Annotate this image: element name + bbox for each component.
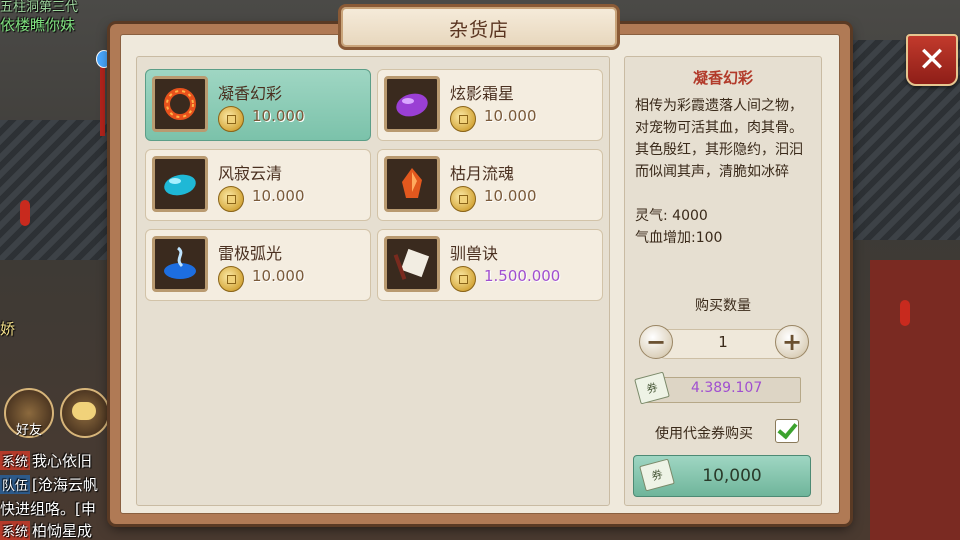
use-voucher-label: 使用代金券购买 xyxy=(655,426,753,442)
item-name: 雷极弧光 xyxy=(218,244,283,263)
quantity-value[interactable]: 1 xyxy=(653,333,793,351)
item-name: 风寂云清 xyxy=(218,164,283,183)
detail-description: 相传为彩霞遗落人间之物，对宠物可活其血，肉其骨。其色殷红，其形隐约，汩汩而似闻其… xyxy=(635,98,803,180)
coin-icon xyxy=(450,106,476,132)
close-button[interactable]: ✕ xyxy=(906,34,958,86)
item-price: 1.500.000 xyxy=(484,267,561,285)
item-icon-frame xyxy=(152,156,208,212)
character-name: 娇 xyxy=(0,320,16,338)
chat-text: 柏恸星成 xyxy=(32,522,93,540)
blue-lightning-icon xyxy=(164,246,196,279)
shop-item-kuyue[interactable]: 枯月流魂 10.000 xyxy=(377,149,603,221)
chat-text: [沧海云帆 xyxy=(32,476,98,494)
chat-bubble-icon xyxy=(72,402,96,420)
item-icon-frame xyxy=(152,76,208,132)
purple-gem-icon xyxy=(396,93,428,117)
friend-label: 好友 xyxy=(15,423,42,438)
detail-stat-qixue: 气血增加:100 xyxy=(635,230,723,246)
chat-line: 快进组咯。[申 xyxy=(0,500,96,518)
chat-channel-tag: 系统 xyxy=(0,521,31,540)
buy-price: 10,000 xyxy=(702,466,762,486)
item-grid: 凝香幻彩 10.000 炫影霜星 10.000 风寂云清 10.000 枯月流魂… xyxy=(136,56,610,506)
coin-icon xyxy=(218,186,244,212)
fire-ring-icon xyxy=(164,88,196,120)
chat-top-line: 依楼瞧你妹 xyxy=(0,16,76,34)
shop-item-xunshou[interactable]: 驯兽诀 1.500.000 xyxy=(377,229,603,301)
chat-line: 系统 柏恸星成 xyxy=(0,520,92,540)
item-name: 枯月流魂 xyxy=(450,164,515,183)
roof-tiles-left xyxy=(0,120,110,260)
lantern xyxy=(20,200,30,226)
hanging-cord xyxy=(100,66,105,136)
scroll-icon xyxy=(393,248,430,280)
coin-icon xyxy=(218,266,244,292)
buy-button[interactable]: 券 10,000 xyxy=(633,455,811,497)
temple-wall xyxy=(870,260,960,540)
plus-button[interactable]: + xyxy=(775,325,809,359)
shop-item-xuanying[interactable]: 炫影霜星 10.000 xyxy=(377,69,603,141)
chat-channel-tag: 系统 xyxy=(0,451,31,470)
cyan-gem-icon xyxy=(164,174,196,196)
chat-text: 我心依旧 xyxy=(32,452,93,470)
shop-item-ninxiang[interactable]: 凝香幻彩 10.000 xyxy=(145,69,371,141)
lantern xyxy=(900,300,910,326)
detail-stat-lingqi: 灵气: 4000 xyxy=(635,208,708,224)
coin-icon xyxy=(450,266,476,292)
item-price: 10.000 xyxy=(484,187,537,205)
item-name: 凝香幻彩 xyxy=(218,84,283,103)
shop-item-fengji[interactable]: 风寂云清 10.000 xyxy=(145,149,371,221)
close-x-icon: ✕ xyxy=(917,40,947,80)
item-price: 10.000 xyxy=(252,107,305,125)
chat-line: 系统 我心依旧 xyxy=(0,450,92,471)
detail-item-name: 凝香幻彩 xyxy=(692,69,753,87)
item-detail-panel: 凝香幻彩 相传为彩霞遗落人间之物，对宠物可活其血，肉其骨。其色殷红，其形隐约，汩… xyxy=(624,56,822,506)
item-name: 炫影霜星 xyxy=(450,84,515,103)
coin-icon xyxy=(218,106,244,132)
shop-item-leiji[interactable]: 雷极弧光 10.000 xyxy=(145,229,371,301)
item-icon-frame xyxy=(384,76,440,132)
coin-icon xyxy=(450,186,476,212)
voucher-balance: 4.389.107 xyxy=(691,380,763,396)
chat-button[interactable] xyxy=(60,388,110,438)
quantity-label: 购买数量 xyxy=(695,298,751,314)
item-price: 10.000 xyxy=(484,107,537,125)
item-icon-frame xyxy=(384,156,440,212)
orange-crystal-icon xyxy=(402,168,422,198)
item-icon-frame xyxy=(384,236,440,292)
chat-channel-tag: 队伍 xyxy=(0,475,31,494)
friend-button[interactable]: 好友 xyxy=(4,388,54,438)
minus-button[interactable]: − xyxy=(639,325,673,359)
item-name: 驯兽诀 xyxy=(450,244,499,263)
shop-title: 杂货店 xyxy=(448,19,509,41)
chat-top-line: 五柱洞第三代 xyxy=(0,0,79,15)
item-price: 10.000 xyxy=(252,267,305,285)
title-plate: 杂货店 xyxy=(338,4,620,50)
item-icon-frame xyxy=(152,236,208,292)
item-price: 10.000 xyxy=(252,187,305,205)
chat-line: 队伍 [沧海云帆 xyxy=(0,474,98,495)
use-voucher-checkbox[interactable] xyxy=(775,419,799,443)
